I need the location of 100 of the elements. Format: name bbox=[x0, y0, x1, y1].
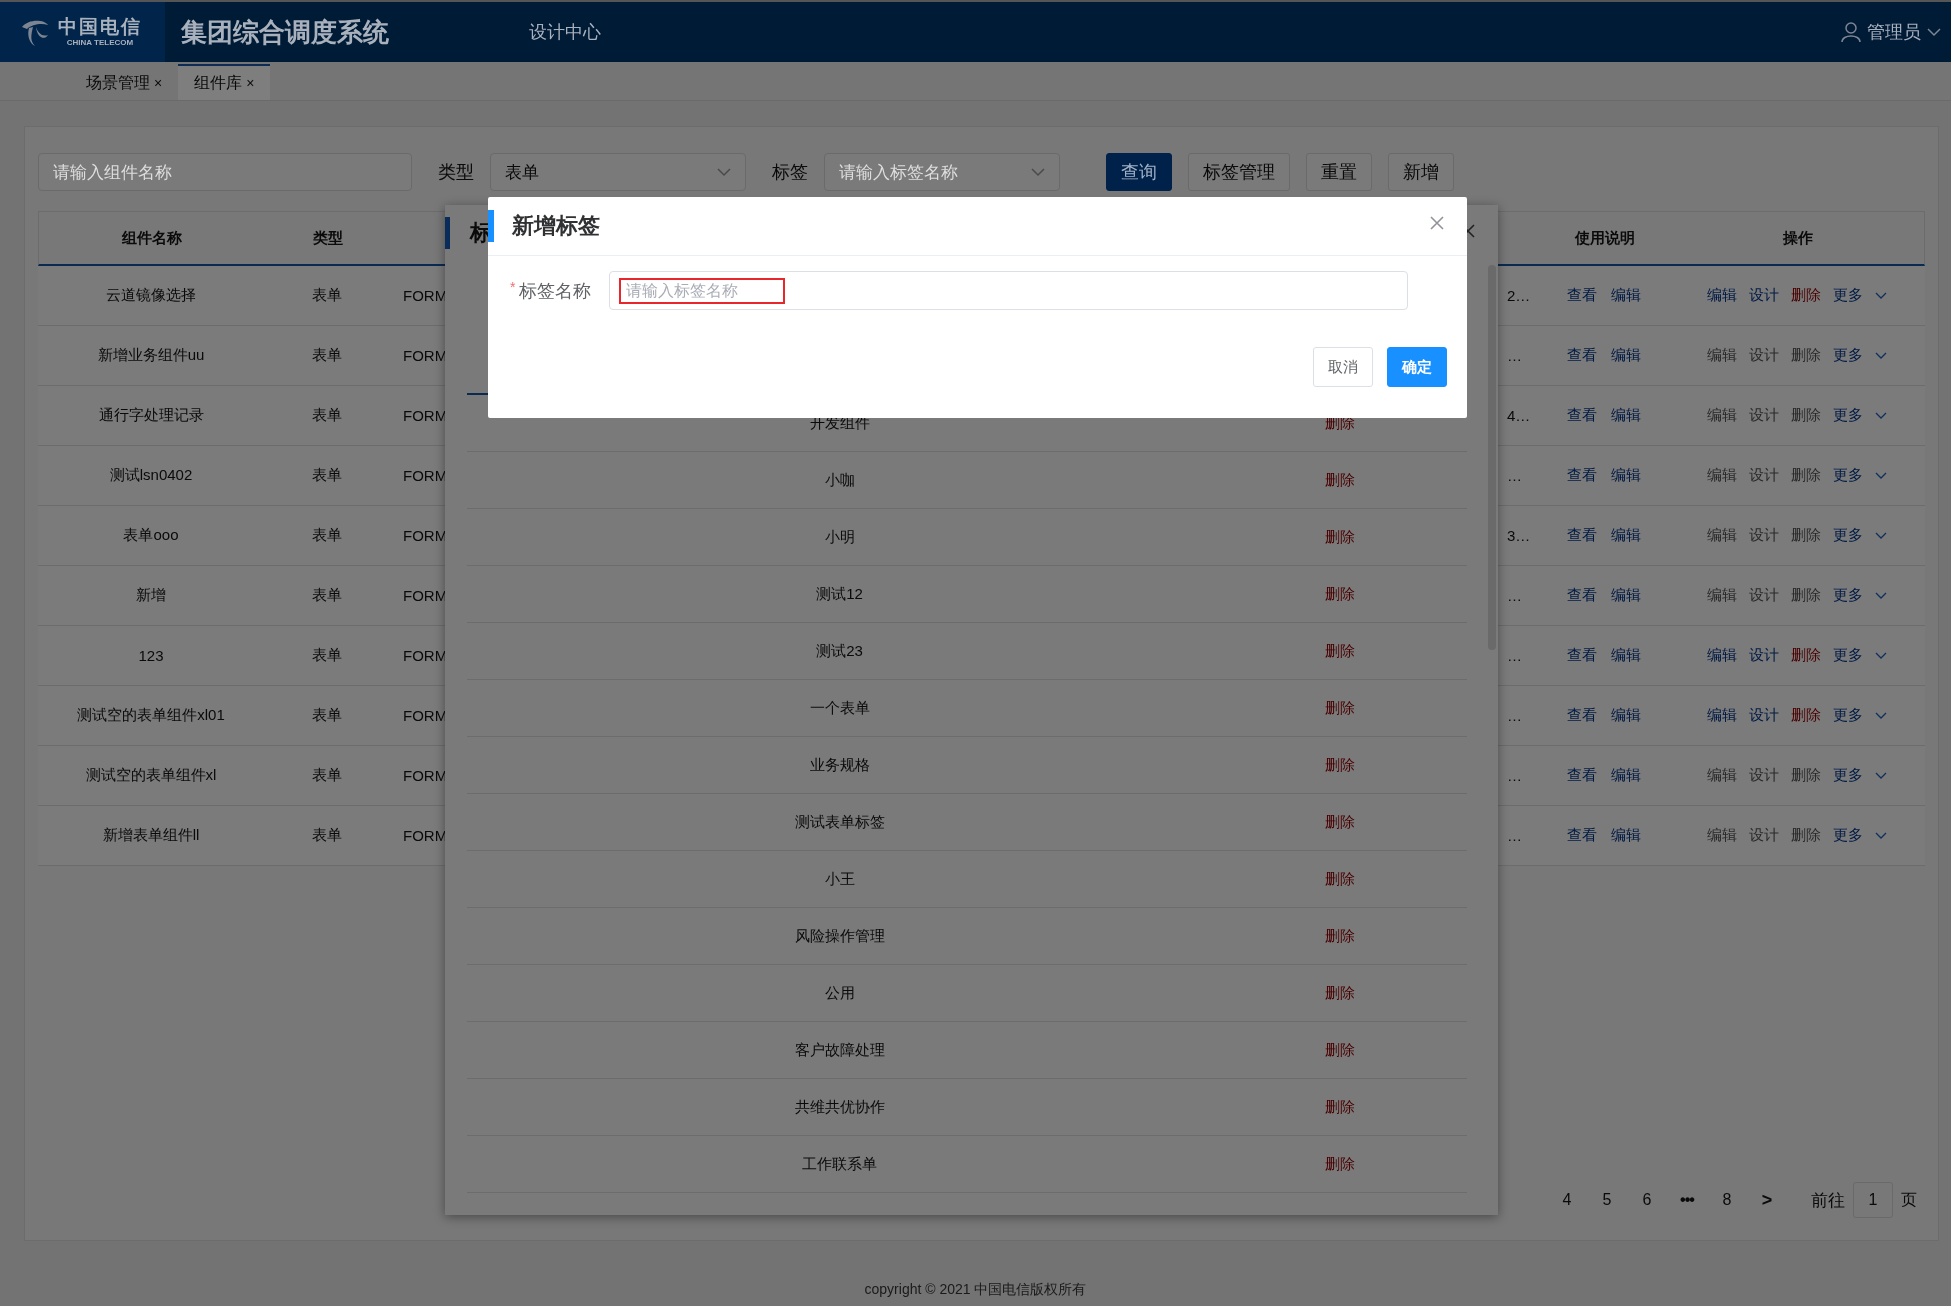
delete-link[interactable]: 删除 bbox=[1212, 527, 1467, 547]
row-link[interactable]: 更多 bbox=[1832, 706, 1863, 725]
caret-icon[interactable] bbox=[1874, 651, 1887, 660]
row-link[interactable]: 更多 bbox=[1832, 346, 1863, 365]
row-link[interactable]: 删除 bbox=[1790, 706, 1821, 725]
delete-link[interactable]: 删除 bbox=[1212, 584, 1467, 604]
row-link[interactable]: 更多 bbox=[1832, 646, 1863, 665]
row-link[interactable]: 设计 bbox=[1748, 466, 1779, 485]
row-link[interactable]: 设计 bbox=[1748, 646, 1779, 665]
row-link[interactable]: 查看 bbox=[1567, 586, 1597, 605]
row-link[interactable]: 编辑 bbox=[1706, 706, 1737, 725]
tab[interactable]: 组件库 × bbox=[178, 64, 271, 100]
row-link[interactable]: 编辑 bbox=[1706, 586, 1737, 605]
row-link[interactable]: 编辑 bbox=[1706, 826, 1737, 845]
delete-link[interactable]: 删除 bbox=[1212, 641, 1467, 661]
delete-link[interactable]: 删除 bbox=[1212, 1154, 1467, 1174]
row-link[interactable]: 查看 bbox=[1567, 646, 1597, 665]
row-link[interactable]: 编辑 bbox=[1611, 826, 1641, 845]
caret-icon[interactable] bbox=[1874, 291, 1887, 300]
caret-icon[interactable] bbox=[1031, 167, 1045, 177]
delete-link[interactable]: 删除 bbox=[1212, 1097, 1467, 1117]
page-item[interactable]: 6 bbox=[1627, 1191, 1667, 1209]
row-link[interactable]: 编辑 bbox=[1706, 466, 1737, 485]
row-link[interactable]: 删除 bbox=[1790, 466, 1821, 485]
page-item[interactable]: 8 bbox=[1707, 1191, 1747, 1209]
caret-icon[interactable] bbox=[1874, 531, 1887, 540]
row-link[interactable]: 设计 bbox=[1748, 346, 1779, 365]
row-link[interactable]: 编辑 bbox=[1611, 466, 1641, 485]
row-link[interactable]: 删除 bbox=[1790, 586, 1821, 605]
caret-icon[interactable] bbox=[1927, 27, 1941, 37]
row-link[interactable]: 设计 bbox=[1748, 586, 1779, 605]
row-link[interactable]: 查看 bbox=[1567, 706, 1597, 725]
delete-link[interactable]: 删除 bbox=[1212, 926, 1467, 946]
name-search-field[interactable]: 请输入组件名称 bbox=[38, 153, 412, 191]
row-link[interactable]: 编辑 bbox=[1611, 706, 1641, 725]
delete-link[interactable]: 删除 bbox=[1212, 1040, 1467, 1060]
caret-icon[interactable] bbox=[1874, 591, 1887, 600]
caret-icon[interactable] bbox=[1874, 351, 1887, 360]
row-link[interactable]: 编辑 bbox=[1611, 406, 1641, 425]
delete-link[interactable]: 删除 bbox=[1212, 698, 1467, 718]
dialog-button[interactable]: 确定 bbox=[1387, 347, 1447, 387]
row-link[interactable]: 删除 bbox=[1790, 286, 1821, 305]
caret-icon[interactable] bbox=[1874, 411, 1887, 420]
row-link[interactable]: 编辑 bbox=[1611, 286, 1641, 305]
row-link[interactable]: 删除 bbox=[1790, 526, 1821, 545]
caret-icon[interactable] bbox=[1874, 711, 1887, 720]
filter-button[interactable]: 重置 bbox=[1306, 153, 1372, 191]
row-link[interactable]: 删除 bbox=[1790, 826, 1821, 845]
row-link[interactable]: 更多 bbox=[1832, 286, 1863, 305]
row-link[interactable]: 编辑 bbox=[1706, 646, 1737, 665]
row-link[interactable]: 编辑 bbox=[1706, 526, 1737, 545]
delete-link[interactable]: 删除 bbox=[1212, 812, 1467, 832]
row-link[interactable]: 设计 bbox=[1748, 766, 1779, 785]
row-link[interactable]: 编辑 bbox=[1706, 766, 1737, 785]
row-link[interactable]: 设计 bbox=[1748, 286, 1779, 305]
row-link[interactable]: 查看 bbox=[1567, 526, 1597, 545]
user-name[interactable]: 管理员 bbox=[1867, 20, 1921, 44]
row-link[interactable]: 编辑 bbox=[1611, 586, 1641, 605]
page-item[interactable]: ••• bbox=[1667, 1191, 1707, 1209]
row-link[interactable]: 查看 bbox=[1567, 826, 1597, 845]
row-link[interactable]: 删除 bbox=[1790, 766, 1821, 785]
row-link[interactable]: 编辑 bbox=[1611, 346, 1641, 365]
page-item[interactable]: 5 bbox=[1587, 1191, 1627, 1209]
row-link[interactable]: 编辑 bbox=[1706, 406, 1737, 425]
delete-link[interactable]: 删除 bbox=[1212, 983, 1467, 1003]
row-link[interactable]: 更多 bbox=[1832, 526, 1863, 545]
filter-button[interactable]: 标签管理 bbox=[1188, 153, 1290, 191]
tag-name-field[interactable]: 请输入标签名称 bbox=[609, 271, 1408, 310]
type-select[interactable]: 表单 bbox=[490, 153, 746, 191]
filter-button[interactable]: 查询 bbox=[1106, 153, 1172, 191]
tab[interactable]: 场景管理 × bbox=[70, 64, 179, 100]
row-link[interactable]: 设计 bbox=[1748, 706, 1779, 725]
row-link[interactable]: 设计 bbox=[1748, 406, 1779, 425]
row-link[interactable]: 编辑 bbox=[1611, 526, 1641, 545]
row-link[interactable]: 更多 bbox=[1832, 766, 1863, 785]
user-icon[interactable] bbox=[1841, 22, 1861, 42]
row-link[interactable]: 查看 bbox=[1567, 286, 1597, 305]
caret-icon[interactable] bbox=[1874, 471, 1887, 480]
caret-icon[interactable] bbox=[1874, 831, 1887, 840]
row-link[interactable]: 编辑 bbox=[1706, 346, 1737, 365]
row-link[interactable]: 更多 bbox=[1832, 466, 1863, 485]
row-link[interactable]: 删除 bbox=[1790, 406, 1821, 425]
row-link[interactable]: 编辑 bbox=[1706, 286, 1737, 305]
nav-item[interactable]: 设计中心 bbox=[529, 20, 601, 44]
delete-link[interactable]: 删除 bbox=[1212, 470, 1467, 490]
row-link[interactable]: 删除 bbox=[1790, 646, 1821, 665]
filter-button[interactable]: 新增 bbox=[1388, 153, 1454, 191]
delete-link[interactable]: 删除 bbox=[1212, 869, 1467, 889]
row-link[interactable]: 查看 bbox=[1567, 406, 1597, 425]
delete-link[interactable]: 删除 bbox=[1212, 755, 1467, 775]
caret-icon[interactable] bbox=[717, 167, 731, 177]
row-link[interactable]: 删除 bbox=[1790, 346, 1821, 365]
row-link[interactable]: 更多 bbox=[1832, 406, 1863, 425]
page-item[interactable]: > bbox=[1747, 1189, 1787, 1211]
tag-select[interactable]: 请输入标签名称 bbox=[824, 153, 1060, 191]
page-item[interactable]: 4 bbox=[1547, 1191, 1587, 1209]
caret-icon[interactable] bbox=[1874, 771, 1887, 780]
row-link[interactable]: 编辑 bbox=[1611, 766, 1641, 785]
row-link[interactable]: 查看 bbox=[1567, 466, 1597, 485]
row-link[interactable]: 更多 bbox=[1832, 826, 1863, 845]
